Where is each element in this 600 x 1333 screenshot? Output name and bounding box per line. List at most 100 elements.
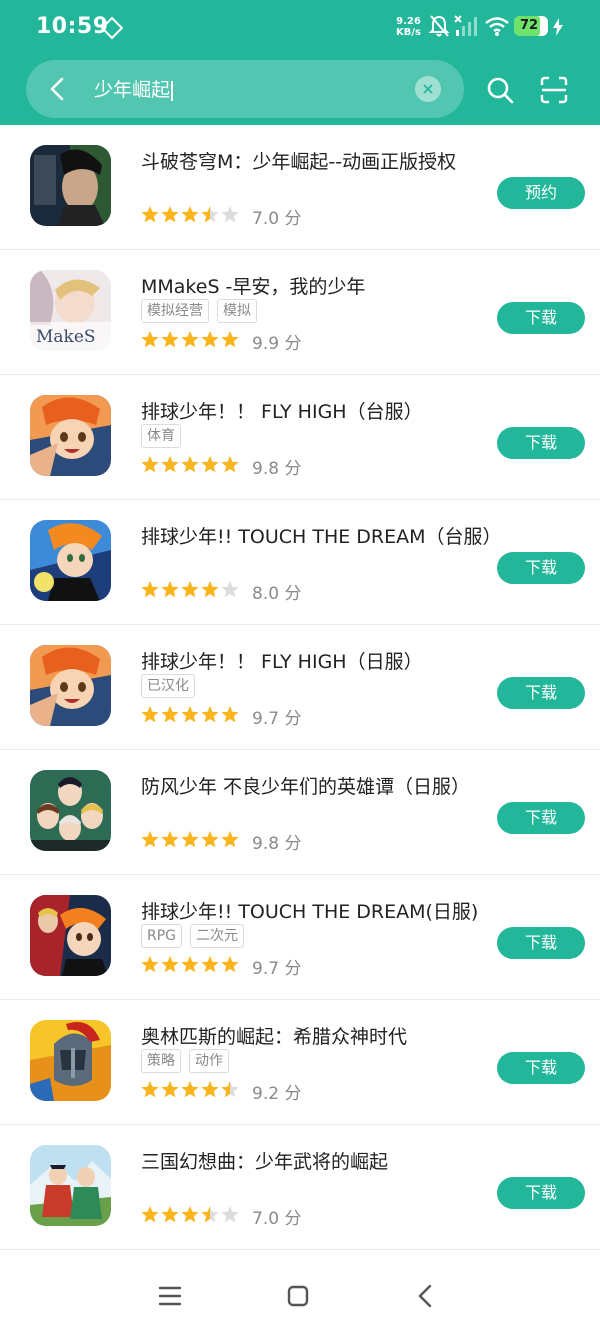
star-icon	[141, 456, 159, 473]
star-icon	[181, 331, 199, 348]
app-name[interactable]: 排球少年!! TOUCH THE DREAM(日服)	[141, 897, 478, 924]
download-button[interactable]: 下载	[497, 427, 585, 459]
star-icon	[141, 1206, 159, 1223]
app-list-item[interactable]: 排球少年！！ FLY HIGH（日服） 已汉化 9.7 分 下载	[0, 625, 600, 750]
network-speed: 9.26 KB/s	[396, 16, 421, 38]
app-tag: 体育	[141, 424, 181, 448]
app-list-item[interactable]: MakeS MMakeS -早安，我的少年 模拟经营 模拟 9.9 分 下载	[0, 250, 600, 375]
app-name[interactable]: 排球少年！！ FLY HIGH（日服）	[141, 647, 423, 674]
search-icon[interactable]	[486, 76, 514, 104]
app-tags: 体育	[141, 424, 189, 448]
app-list-item[interactable]: 三国幻想曲：少年武将的崛起 7.0 分 下载	[0, 1125, 600, 1250]
app-tags: 已汉化	[141, 674, 203, 698]
app-tags: RPG 二次元	[141, 924, 252, 948]
app-score: 9.8 分	[252, 459, 302, 479]
star-icon	[201, 581, 219, 598]
star-icon	[181, 581, 199, 598]
app-icon-windbreaker[interactable]	[30, 770, 111, 851]
app-tag: 已汉化	[141, 674, 195, 698]
home-icon[interactable]	[286, 1285, 310, 1307]
star-icon	[221, 831, 239, 848]
search-results-list: 斗破苍穹M：少年崛起--动画正版授权 7.0 分 预约 MakeS MMakeS…	[0, 125, 600, 1250]
back-arrow-icon[interactable]	[44, 75, 72, 103]
star-icon	[201, 331, 219, 348]
download-button[interactable]: 下载	[497, 677, 585, 709]
app-icon-sanguo-fantasy[interactable]	[30, 1145, 111, 1226]
star-icon	[141, 831, 159, 848]
app-tag: RPG	[141, 924, 183, 948]
app-list-item[interactable]: 奥林匹斯的崛起：希腊众神时代 策略 动作 9.2 分 下载	[0, 1000, 600, 1125]
star-icon	[141, 1081, 159, 1098]
download-button[interactable]: 下载	[497, 1052, 585, 1084]
app-tag: 模拟	[217, 299, 257, 323]
app-icon-haikyu-touch-the-dream-jp[interactable]	[30, 895, 111, 976]
download-button[interactable]: 下载	[497, 1177, 585, 1209]
app-icon-haikyu-touch-the-dream-tw[interactable]	[30, 520, 111, 601]
app-tag: 二次元	[190, 924, 245, 948]
star-empty-icon	[221, 1206, 239, 1223]
star-icon	[141, 581, 159, 598]
download-button[interactable]: 下载	[497, 302, 585, 334]
star-empty-icon	[221, 206, 239, 223]
star-icon	[141, 706, 159, 723]
download-button[interactable]: 下载	[497, 802, 585, 834]
star-icon	[161, 581, 179, 598]
star-icon	[161, 456, 179, 473]
app-icon-doupo[interactable]	[30, 145, 111, 226]
reserve-button[interactable]: 预约	[497, 177, 585, 209]
app-icon-haikyu-fly-high-jp[interactable]	[30, 645, 111, 726]
star-icon	[181, 706, 199, 723]
star-icon	[181, 456, 199, 473]
app-name[interactable]: 排球少年！！ FLY HIGH（台服）	[141, 397, 423, 424]
app-tags: 模拟经营 模拟	[141, 299, 265, 323]
search-bar[interactable]: 少年崛起	[26, 60, 464, 118]
app-icon-haikyu-fly-high-tw[interactable]	[30, 395, 111, 476]
app-score: 7.0 分	[252, 1209, 302, 1229]
header: 10:59 9.26 KB/s 72 少年崛起	[0, 0, 600, 125]
app-tag: 策略	[141, 1049, 181, 1073]
rating-stars	[141, 1081, 239, 1098]
battery-indicator: 72	[514, 16, 548, 36]
star-icon	[201, 706, 219, 723]
search-input[interactable]: 少年崛起	[94, 75, 174, 102]
star-icon	[221, 956, 239, 973]
menu-icon[interactable]	[158, 1285, 182, 1307]
star-icon	[181, 1206, 199, 1223]
star-icon	[161, 206, 179, 223]
rating-stars	[141, 581, 239, 598]
star-icon	[181, 1081, 199, 1098]
nav-back-icon[interactable]	[414, 1284, 438, 1308]
rating-stars	[141, 956, 239, 973]
rating-stars	[141, 831, 239, 848]
app-list-item[interactable]: 排球少年!! TOUCH THE DREAM（台服） 8.0 分 下载	[0, 500, 600, 625]
download-button[interactable]: 下载	[497, 927, 585, 959]
app-icon-mmakes[interactable]: MakeS	[30, 270, 111, 351]
star-icon	[161, 831, 179, 848]
star-icon	[181, 206, 199, 223]
wifi-icon	[485, 17, 509, 36]
rating-stars	[141, 1206, 239, 1223]
app-name[interactable]: 斗破苍穹M：少年崛起--动画正版授权	[141, 147, 456, 174]
star-icon	[161, 331, 179, 348]
download-button[interactable]: 下载	[497, 552, 585, 584]
app-name[interactable]: 排球少年!! TOUCH THE DREAM（台服）	[141, 522, 502, 549]
app-name[interactable]: 三国幻想曲：少年武将的崛起	[141, 1147, 388, 1174]
app-name[interactable]: 奥林匹斯的崛起：希腊众神时代	[141, 1022, 407, 1049]
app-list-item[interactable]: 防风少年 不良少年们的英雄谭（日服） 9.8 分 下载	[0, 750, 600, 875]
charging-bolt-icon	[553, 18, 563, 36]
app-list-item[interactable]: 排球少年!! TOUCH THE DREAM(日服) RPG 二次元 9.7 分 …	[0, 875, 600, 1000]
app-name[interactable]: MMakeS -早安，我的少年	[141, 272, 365, 299]
text-cursor	[171, 80, 174, 101]
star-icon	[161, 1206, 179, 1223]
scan-icon[interactable]	[540, 76, 568, 104]
network-speed-value: 9.26	[396, 16, 421, 27]
app-score: 9.8 分	[252, 834, 302, 854]
star-icon	[141, 956, 159, 973]
app-list-item[interactable]: 斗破苍穹M：少年崛起--动画正版授权 7.0 分 预约	[0, 125, 600, 250]
app-list-item[interactable]: 排球少年！！ FLY HIGH（台服） 体育 9.8 分 下载	[0, 375, 600, 500]
app-icon-olympus-rising[interactable]	[30, 1020, 111, 1101]
app-name[interactable]: 防风少年 不良少年们的英雄谭（日服）	[141, 772, 470, 799]
star-icon	[221, 456, 239, 473]
rating-stars	[141, 456, 239, 473]
clear-input-icon[interactable]	[415, 76, 441, 102]
